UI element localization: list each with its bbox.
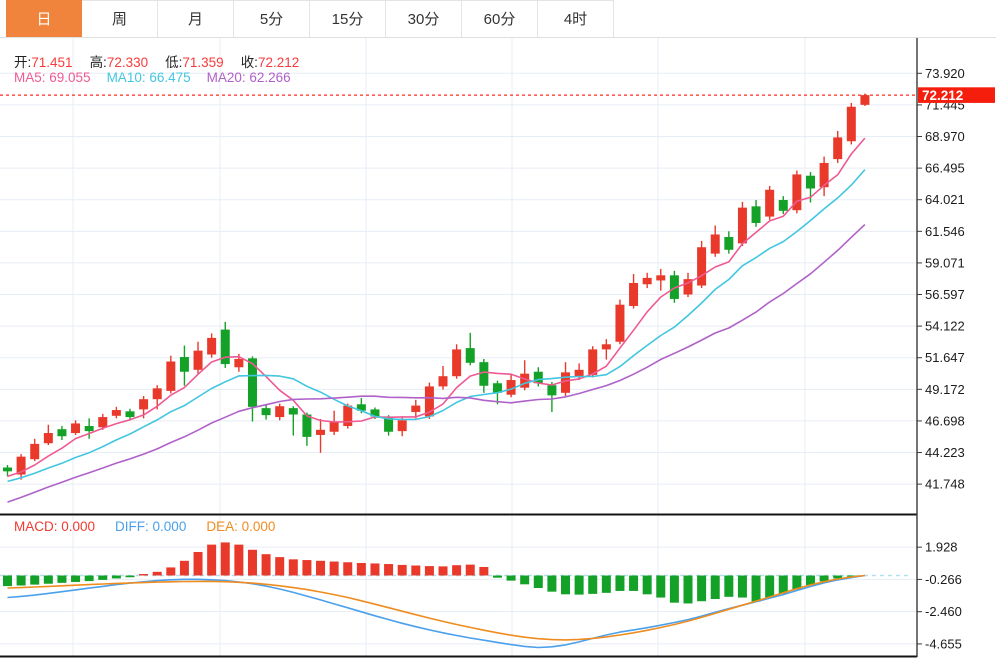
price-axis-label: 54.122 [925,319,965,334]
close-field: 收:72.212 [240,55,300,70]
trading-chart-app: 日 周 月 5分 15分 30分 60分 4时 73.920 71.445 68.9… [0,0,996,660]
price-axis-label: 46.698 [925,413,965,428]
low-field: 低:71.359 [165,55,224,70]
macd-value: MACD: 0.000 [14,519,96,534]
price-axis-label: 49.172 [925,382,965,397]
macd-panel-plot[interactable] [0,516,917,656]
macd-axis-label: -0.266 [925,572,962,587]
price-axis-label: 51.647 [925,350,965,365]
ma10-readout: MA10: 66.475 [106,70,191,85]
current-price-tag-label: 72.212 [922,88,963,103]
price-axis-label: 44.223 [925,445,965,460]
ma-readout: MA5: 69.055 MA10: 66.475 MA20: 62.266 [14,70,307,85]
macd-readout: MACD: 0.000 DIFF: 0.000 DEA: 0.000 [14,519,295,534]
price-axis-label: 66.495 [925,161,965,176]
price-axis-label: 73.920 [925,66,965,81]
high-field: 高:72.330 [89,55,149,70]
macd-axis-label: 1.928 [925,540,958,555]
price-axis-label: 59.071 [925,255,965,270]
macd-axis-label: -4.655 [925,636,962,651]
ohlc-readout: 开:71.451 高:72.330 低:71.359 收:72.212 [14,51,316,71]
ma20-readout: MA20: 62.266 [206,70,291,85]
price-axis-label: 61.546 [925,224,965,239]
price-axis-label: 41.748 [925,477,965,492]
price-axis-label: 68.970 [925,129,965,144]
dea-value: DEA: 0.000 [206,519,276,534]
chart-canvas[interactable]: 73.92071.44568.97066.49564.02161.54659.0… [0,0,996,660]
price-chart-plot[interactable] [0,38,917,514]
price-axis-label: 56.597 [925,287,965,302]
open-field: 开:71.451 [14,55,73,70]
diff-value: DIFF: 0.000 [115,519,187,534]
ma5-readout: MA5: 69.055 [14,70,91,85]
macd-axis-label: -2.460 [925,604,962,619]
price-axis-label: 64.021 [925,192,965,207]
